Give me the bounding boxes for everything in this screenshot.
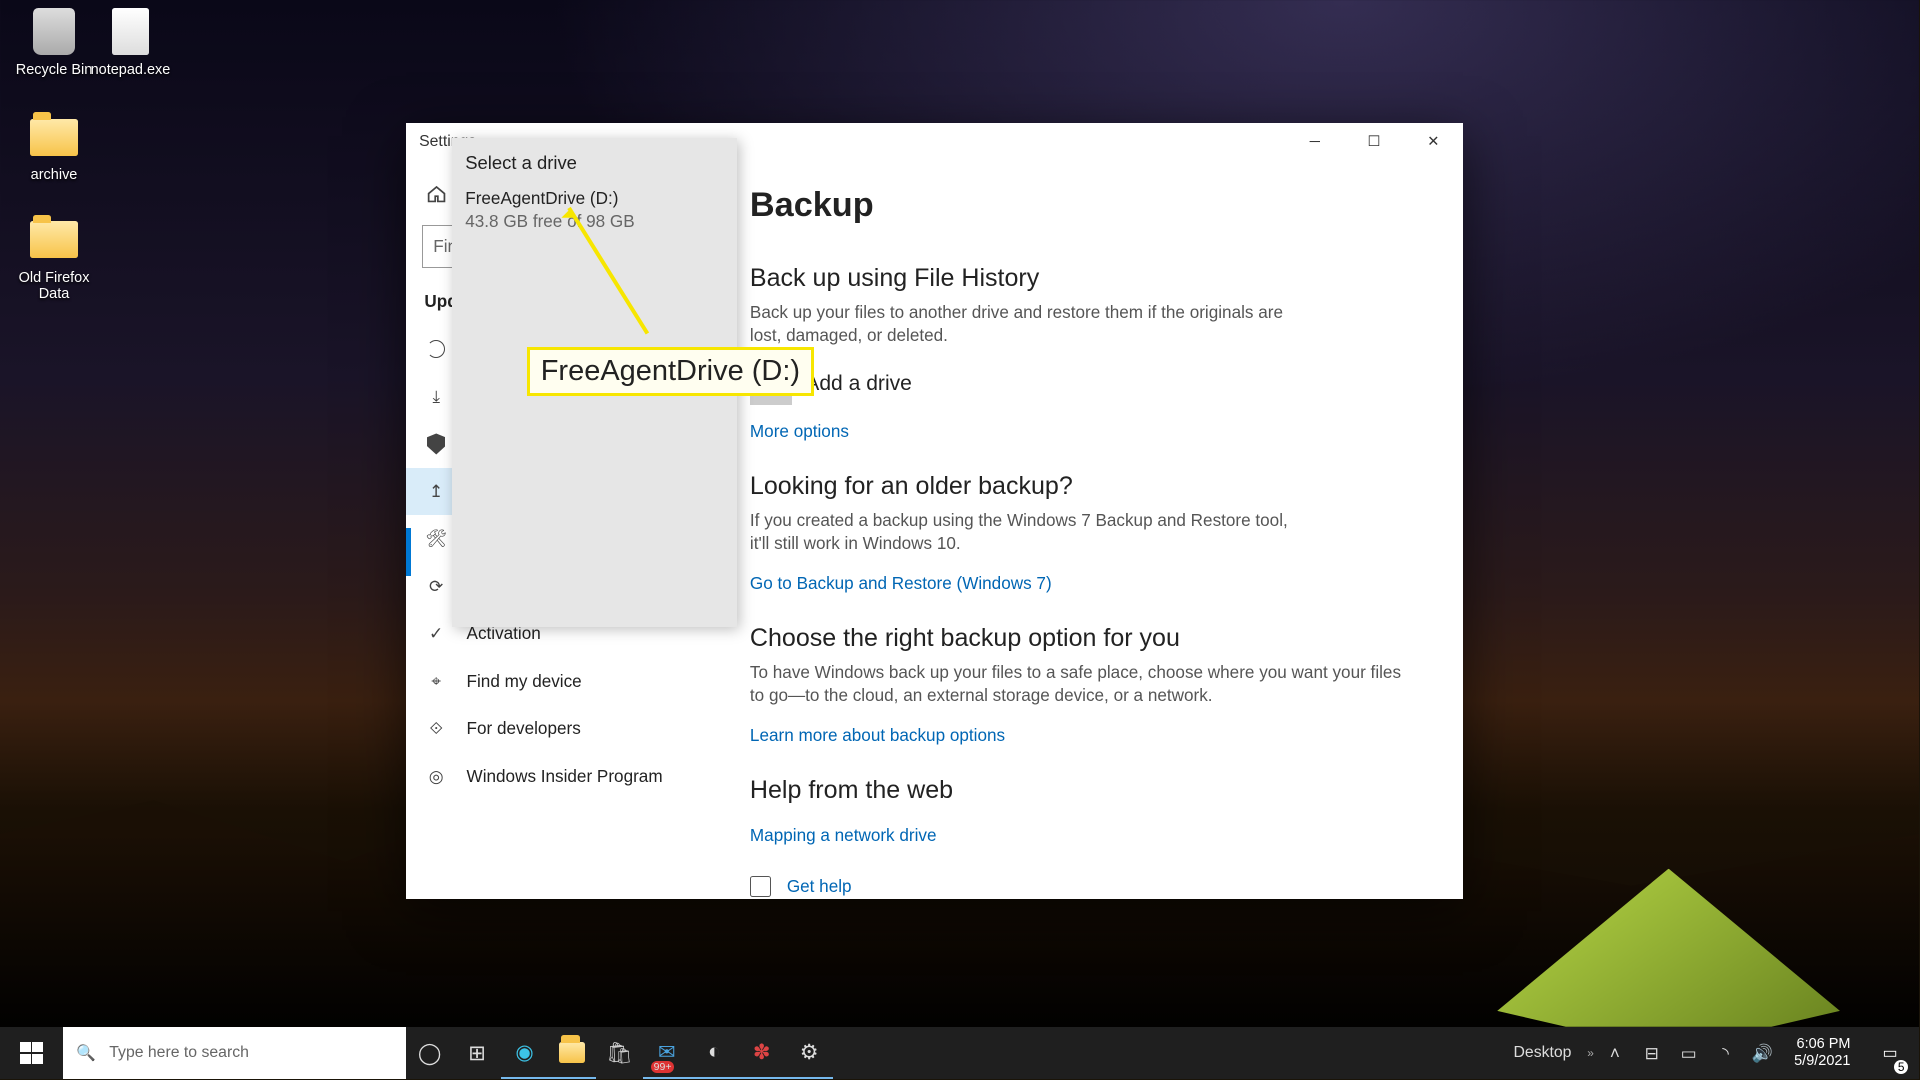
clock-time: 6:06 PM bbox=[1794, 1036, 1850, 1053]
folder-icon bbox=[30, 221, 77, 258]
store-icon: 🛍 bbox=[606, 1041, 633, 1066]
settings-content: Backup Back up using File History Back u… bbox=[726, 162, 1463, 899]
sidebar-item-for-developers[interactable]: ⟐ For developers bbox=[406, 705, 726, 752]
home-icon bbox=[424, 182, 448, 206]
desktop-icon-archive[interactable]: archive bbox=[5, 111, 103, 184]
shield-icon bbox=[427, 433, 445, 454]
desktop-icon-label: notepad.exe bbox=[82, 62, 180, 78]
download-icon: ⤓ bbox=[424, 385, 448, 409]
chat-icon bbox=[750, 876, 771, 897]
recycle-bin-icon bbox=[33, 8, 75, 55]
tray-meet-now-icon[interactable]: ⊟ bbox=[1636, 1027, 1668, 1080]
older-backup-description: If you created a backup using the Window… bbox=[750, 509, 1304, 555]
drive-free-space: 43.8 GB free of 98 GB bbox=[465, 210, 723, 233]
minimize-button[interactable]: ─ bbox=[1285, 123, 1344, 163]
close-button[interactable]: ✕ bbox=[1404, 123, 1463, 163]
chrome-icon: ◐ bbox=[708, 1040, 721, 1064]
desktop-icon-label: archive bbox=[5, 167, 103, 183]
mail-badge: 99+ bbox=[651, 1061, 674, 1073]
taskbar-app-explorer[interactable] bbox=[548, 1027, 595, 1080]
location-icon: ⌖ bbox=[424, 669, 448, 693]
tray-battery-icon[interactable]: ▭ bbox=[1673, 1027, 1705, 1080]
file-icon bbox=[112, 8, 149, 55]
taskbar-clock[interactable]: 6:06 PM 5/9/2021 bbox=[1784, 1036, 1861, 1069]
get-help-label: Get help bbox=[787, 876, 852, 897]
notification-badge: 5 bbox=[1894, 1060, 1909, 1074]
taskbar-app-edge[interactable]: ◉ bbox=[501, 1027, 548, 1080]
tray-overflow-icon[interactable]: » bbox=[1587, 1046, 1594, 1060]
clock-date: 5/9/2021 bbox=[1794, 1053, 1850, 1070]
backup-icon: ↥ bbox=[424, 480, 448, 504]
get-help-link[interactable]: Get help bbox=[750, 876, 1437, 897]
drive-option[interactable]: FreeAgentDrive (D:) 43.8 GB free of 98 G… bbox=[465, 187, 723, 233]
folder-icon bbox=[30, 119, 77, 156]
search-icon: 🔍 bbox=[76, 1043, 96, 1063]
taskbar-app-unknown[interactable]: ✽ bbox=[738, 1027, 785, 1080]
sidebar-item-find-my-device[interactable]: ⌖ Find my device bbox=[406, 657, 726, 704]
tray-chevron-up-icon[interactable]: ˄ bbox=[1599, 1027, 1631, 1080]
mapping-network-drive-link[interactable]: Mapping a network drive bbox=[750, 825, 937, 846]
desktop-icon-label: Old Firefox Data bbox=[5, 270, 103, 302]
show-desktop-label[interactable]: Desktop bbox=[1503, 1044, 1582, 1062]
cortana-button[interactable]: ◯ bbox=[406, 1027, 453, 1080]
notification-icon: ▭ bbox=[1883, 1043, 1898, 1063]
action-center-button[interactable]: ▭ 5 bbox=[1866, 1027, 1913, 1080]
older-backup-heading: Looking for an older backup? bbox=[750, 472, 1437, 501]
start-button[interactable] bbox=[0, 1027, 63, 1080]
sync-icon bbox=[427, 340, 445, 358]
windows-logo-icon bbox=[20, 1042, 42, 1064]
backup-restore-win7-link[interactable]: Go to Backup and Restore (Windows 7) bbox=[750, 573, 1052, 594]
desktop-icon-notepad[interactable]: notepad.exe bbox=[82, 5, 180, 78]
file-history-description: Back up your files to another drive and … bbox=[750, 301, 1304, 347]
sidebar-selection-indicator bbox=[406, 528, 411, 575]
help-web-heading: Help from the web bbox=[750, 776, 1437, 805]
taskbar-app-settings[interactable]: ⚙ bbox=[785, 1027, 832, 1080]
annotation-label: FreeAgentDrive (D:) bbox=[527, 347, 813, 397]
taskbar-search-input[interactable]: 🔍 Type here to search bbox=[63, 1027, 406, 1080]
sidebar-item-label: Find my device bbox=[467, 671, 582, 692]
wrench-icon: 🛠 bbox=[424, 527, 448, 551]
taskbar-app-store[interactable]: 🛍 bbox=[596, 1027, 643, 1080]
insider-icon: ◎ bbox=[424, 764, 448, 788]
task-view-button[interactable]: ⊞ bbox=[453, 1027, 500, 1080]
tray-volume-icon[interactable]: 🔊 bbox=[1747, 1027, 1779, 1080]
edge-icon: ◉ bbox=[515, 1039, 533, 1065]
recovery-icon: ⟳ bbox=[424, 574, 448, 598]
desktop-icon-old-firefox[interactable]: Old Firefox Data bbox=[5, 214, 103, 303]
page-title: Backup bbox=[750, 186, 1437, 225]
flyout-title: Select a drive bbox=[465, 152, 723, 174]
sidebar-item-label: For developers bbox=[467, 718, 581, 739]
add-drive-label: Add a drive bbox=[805, 372, 912, 396]
more-options-link[interactable]: More options bbox=[750, 421, 849, 442]
taskbar-app-mail[interactable]: ✉ 99+ bbox=[643, 1027, 690, 1080]
check-icon: ✓ bbox=[424, 622, 448, 646]
code-icon: ⟐ bbox=[424, 717, 448, 741]
learn-backup-options-link[interactable]: Learn more about backup options bbox=[750, 725, 1005, 746]
gear-icon: ⚙ bbox=[800, 1039, 819, 1065]
drive-name: FreeAgentDrive (D:) bbox=[465, 187, 723, 210]
choose-backup-heading: Choose the right backup option for you bbox=[750, 624, 1437, 653]
maximize-button[interactable]: ☐ bbox=[1344, 123, 1403, 163]
app-icon: ✽ bbox=[753, 1039, 771, 1065]
folder-icon bbox=[559, 1042, 585, 1063]
sidebar-item-windows-insider[interactable]: ◎ Windows Insider Program bbox=[406, 752, 726, 799]
taskbar: 🔍 Type here to search ◯ ⊞ ◉ 🛍 ✉ 99+ ◐ ✽ … bbox=[0, 1027, 1919, 1080]
file-history-heading: Back up using File History bbox=[750, 264, 1437, 293]
taskbar-search-placeholder: Type here to search bbox=[109, 1044, 249, 1062]
sidebar-item-label: Windows Insider Program bbox=[467, 766, 663, 787]
taskbar-app-chrome[interactable]: ◐ bbox=[691, 1027, 738, 1080]
choose-backup-description: To have Windows back up your files to a … bbox=[750, 661, 1409, 707]
tray-wifi-icon[interactable]: ◝ bbox=[1710, 1027, 1742, 1080]
